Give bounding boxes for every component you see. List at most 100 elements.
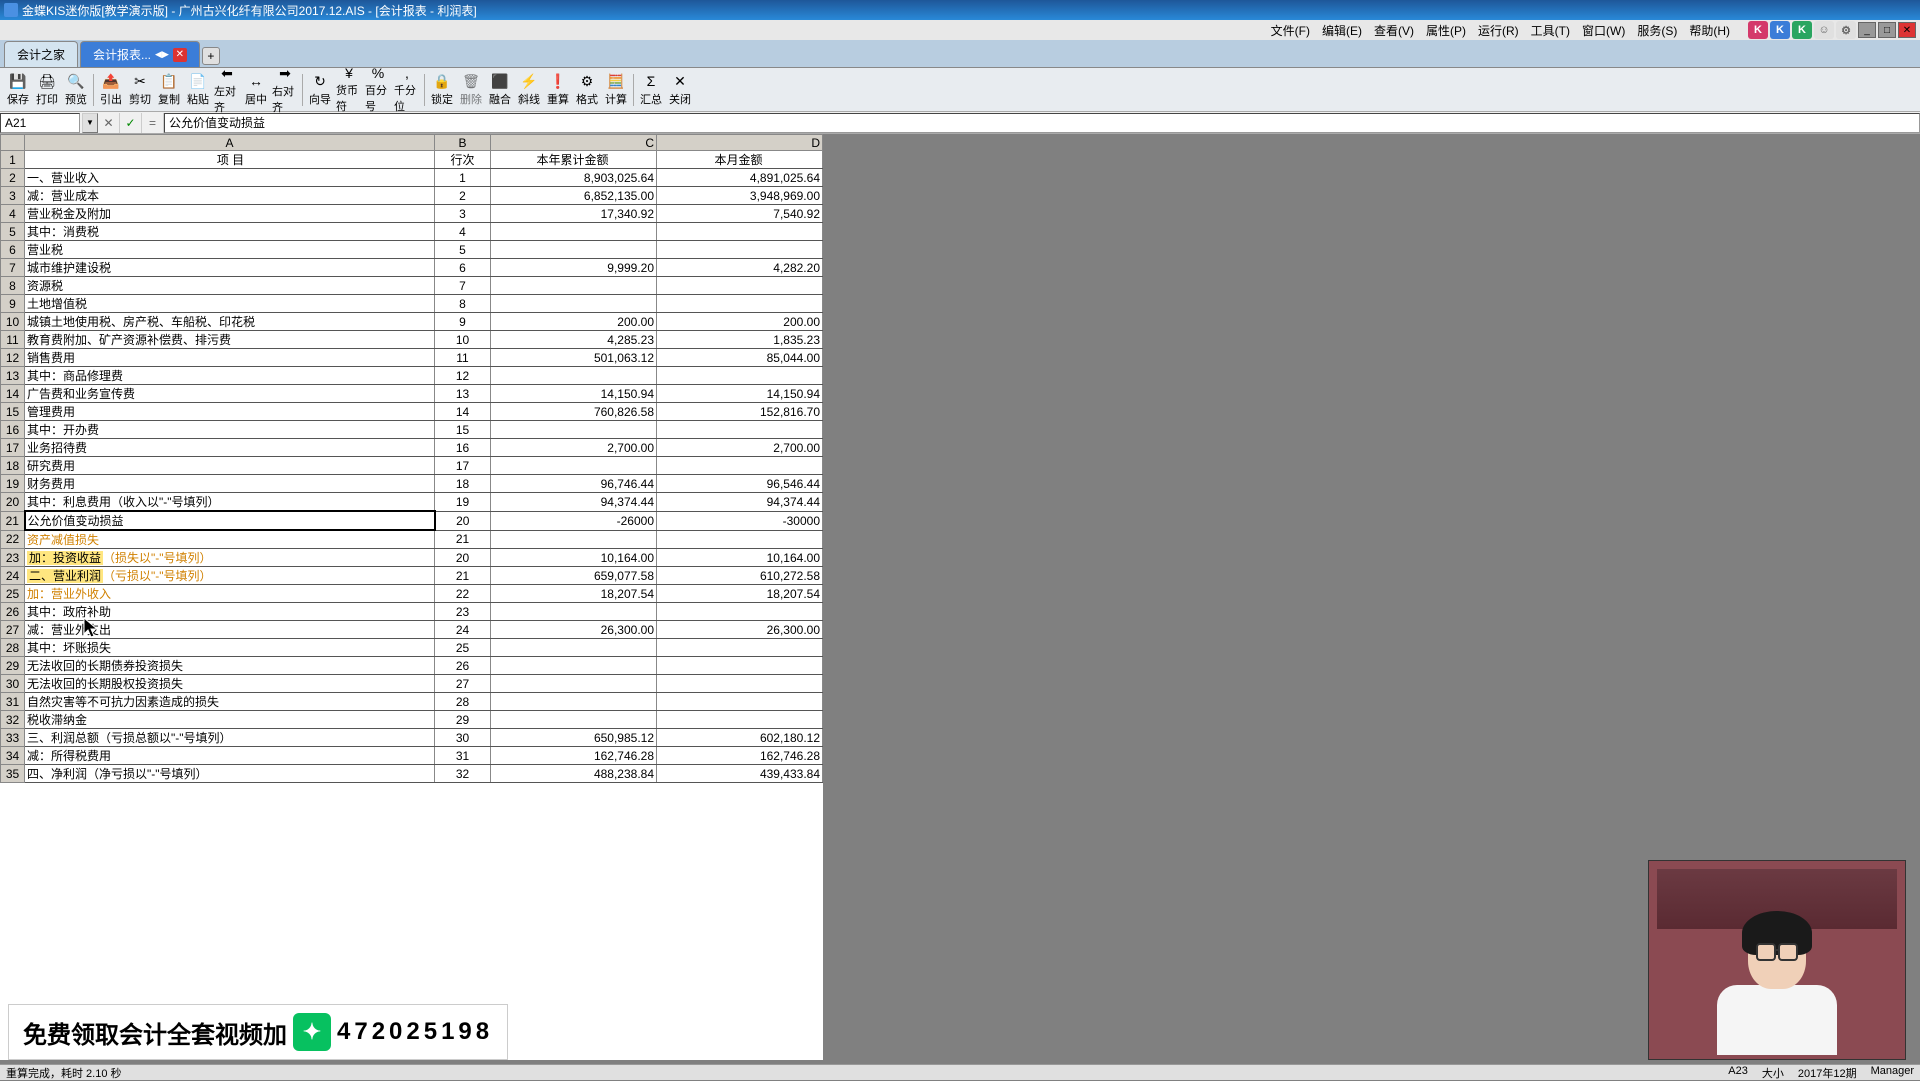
cell[interactable]: 2,700.00: [657, 439, 823, 457]
formula-accept-icon[interactable]: ✓: [120, 113, 142, 133]
row-header[interactable]: 28: [1, 639, 25, 657]
thousands-button[interactable]: ,千分位: [393, 70, 421, 110]
cell[interactable]: 3,948,969.00: [657, 187, 823, 205]
menu-item[interactable]: 服务(S): [1631, 22, 1683, 39]
cell[interactable]: 其中：利息费用（收入以"-"号填列）: [25, 493, 435, 512]
cell[interactable]: 28: [435, 693, 491, 711]
row-header[interactable]: 6: [1, 241, 25, 259]
menu-item[interactable]: 帮助(H): [1683, 22, 1736, 39]
row-header[interactable]: 16: [1, 421, 25, 439]
cell[interactable]: -30000: [657, 511, 823, 530]
row-header[interactable]: 12: [1, 349, 25, 367]
table-row[interactable]: 16 其中：开办费15: [1, 421, 823, 439]
table-row[interactable]: 23加：投资收益（损失以"-"号填列）2010,164.0010,164.00: [1, 549, 823, 567]
table-row[interactable]: 13 其中：商品修理费12: [1, 367, 823, 385]
cell[interactable]: 4,285.23: [491, 331, 657, 349]
row-header[interactable]: 11: [1, 331, 25, 349]
cell[interactable]: 项 目: [25, 151, 435, 169]
close-button[interactable]: ✕: [1898, 22, 1916, 38]
cell[interactable]: [657, 295, 823, 313]
cell[interactable]: 18,207.54: [657, 585, 823, 603]
cell[interactable]: 资源税: [25, 277, 435, 295]
cell[interactable]: [657, 223, 823, 241]
cell[interactable]: 城镇土地使用税、房产税、车船税、印花税: [25, 313, 435, 331]
table-row[interactable]: 12 销售费用11501,063.1285,044.00: [1, 349, 823, 367]
tab-new-button[interactable]: +: [202, 47, 220, 65]
cell[interactable]: 14: [435, 403, 491, 421]
row-header[interactable]: 21: [1, 511, 25, 530]
preview-button[interactable]: 🔍预览: [62, 70, 90, 110]
cell[interactable]: 四、净利润（净亏损以"-"号填列）: [25, 765, 435, 783]
cell[interactable]: 85,044.00: [657, 349, 823, 367]
print-button[interactable]: 🖨打印: [33, 70, 61, 110]
cell[interactable]: 研究费用: [25, 457, 435, 475]
cell[interactable]: 22: [435, 585, 491, 603]
cell[interactable]: [657, 421, 823, 439]
cell[interactable]: 760,826.58: [491, 403, 657, 421]
cell[interactable]: [491, 657, 657, 675]
table-row[interactable]: 15 管理费用14760,826.58152,816.70: [1, 403, 823, 421]
col-header-B[interactable]: B: [435, 135, 491, 151]
cell[interactable]: 营业税金及附加: [25, 205, 435, 223]
cell[interactable]: 资产减值损失: [25, 530, 435, 549]
save-button[interactable]: 💾保存: [4, 70, 32, 110]
cell[interactable]: 16: [435, 439, 491, 457]
compute-button[interactable]: 🧮计算: [602, 70, 630, 110]
row-header[interactable]: 32: [1, 711, 25, 729]
table-row[interactable]: 20 其中：利息费用（收入以"-"号填列）1994,374.4494,374.4…: [1, 493, 823, 512]
cell[interactable]: 10,164.00: [491, 549, 657, 567]
table-row[interactable]: 28 其中：坏账损失25: [1, 639, 823, 657]
cell[interactable]: 610,272.58: [657, 567, 823, 585]
table-row[interactable]: 14 广告费和业务宣传费1314,150.9414,150.94: [1, 385, 823, 403]
copy-button[interactable]: 📋复制: [155, 70, 183, 110]
paste-button[interactable]: 📄粘贴: [184, 70, 212, 110]
row-header[interactable]: 14: [1, 385, 25, 403]
menu-item[interactable]: 查看(V): [1368, 22, 1420, 39]
cell[interactable]: 其中：商品修理费: [25, 367, 435, 385]
currency-button[interactable]: ¥货币符: [335, 70, 363, 110]
merge-button[interactable]: ⬛融合: [486, 70, 514, 110]
cell[interactable]: [657, 675, 823, 693]
cell[interactable]: 减：营业外支出: [25, 621, 435, 639]
row-header[interactable]: 27: [1, 621, 25, 639]
cell[interactable]: 501,063.12: [491, 349, 657, 367]
cell[interactable]: [491, 277, 657, 295]
cell[interactable]: 8,903,025.64: [491, 169, 657, 187]
cell[interactable]: 行次: [435, 151, 491, 169]
cell[interactable]: 2: [435, 187, 491, 205]
cell[interactable]: 无法收回的长期股权投资损失: [25, 675, 435, 693]
settings-icon[interactable]: ⚙: [1836, 21, 1856, 39]
row-header[interactable]: 24: [1, 567, 25, 585]
table-row[interactable]: 4 营业税金及附加317,340.927,540.92: [1, 205, 823, 223]
row-header[interactable]: 13: [1, 367, 25, 385]
row-header[interactable]: 5: [1, 223, 25, 241]
cell[interactable]: 本年累计金额: [491, 151, 657, 169]
cell[interactable]: 8: [435, 295, 491, 313]
cell[interactable]: 4: [435, 223, 491, 241]
cell[interactable]: 7,540.92: [657, 205, 823, 223]
cell[interactable]: 21: [435, 567, 491, 585]
row-header[interactable]: 1: [1, 151, 25, 169]
table-row[interactable]: 21公允价值变动损益20-26000-30000: [1, 511, 823, 530]
cell[interactable]: 一、营业收入: [25, 169, 435, 187]
cell[interactable]: 其中：坏账损失: [25, 639, 435, 657]
minimize-button[interactable]: _: [1858, 22, 1876, 38]
cell[interactable]: 15: [435, 421, 491, 439]
cell[interactable]: 税收滞纳金: [25, 711, 435, 729]
row-header[interactable]: 31: [1, 693, 25, 711]
row-header[interactable]: 4: [1, 205, 25, 223]
cell[interactable]: 18: [435, 475, 491, 493]
table-row[interactable]: 30 无法收回的长期股权投资损失27: [1, 675, 823, 693]
close-button[interactable]: ✕关闭: [666, 70, 694, 110]
cut-button[interactable]: ✂剪切: [126, 70, 154, 110]
cell[interactable]: 200.00: [491, 313, 657, 331]
row-header[interactable]: 25: [1, 585, 25, 603]
col-header-C[interactable]: C: [491, 135, 657, 151]
col-header-A[interactable]: A: [25, 135, 435, 151]
cell[interactable]: 其中：政府补助: [25, 603, 435, 621]
formula-input[interactable]: 公允价值变动损益: [164, 113, 1920, 133]
sum-button[interactable]: Σ汇总: [637, 70, 665, 110]
cell[interactable]: 26,300.00: [657, 621, 823, 639]
row-header[interactable]: 34: [1, 747, 25, 765]
align-right-button[interactable]: ➡右对齐: [271, 70, 299, 110]
